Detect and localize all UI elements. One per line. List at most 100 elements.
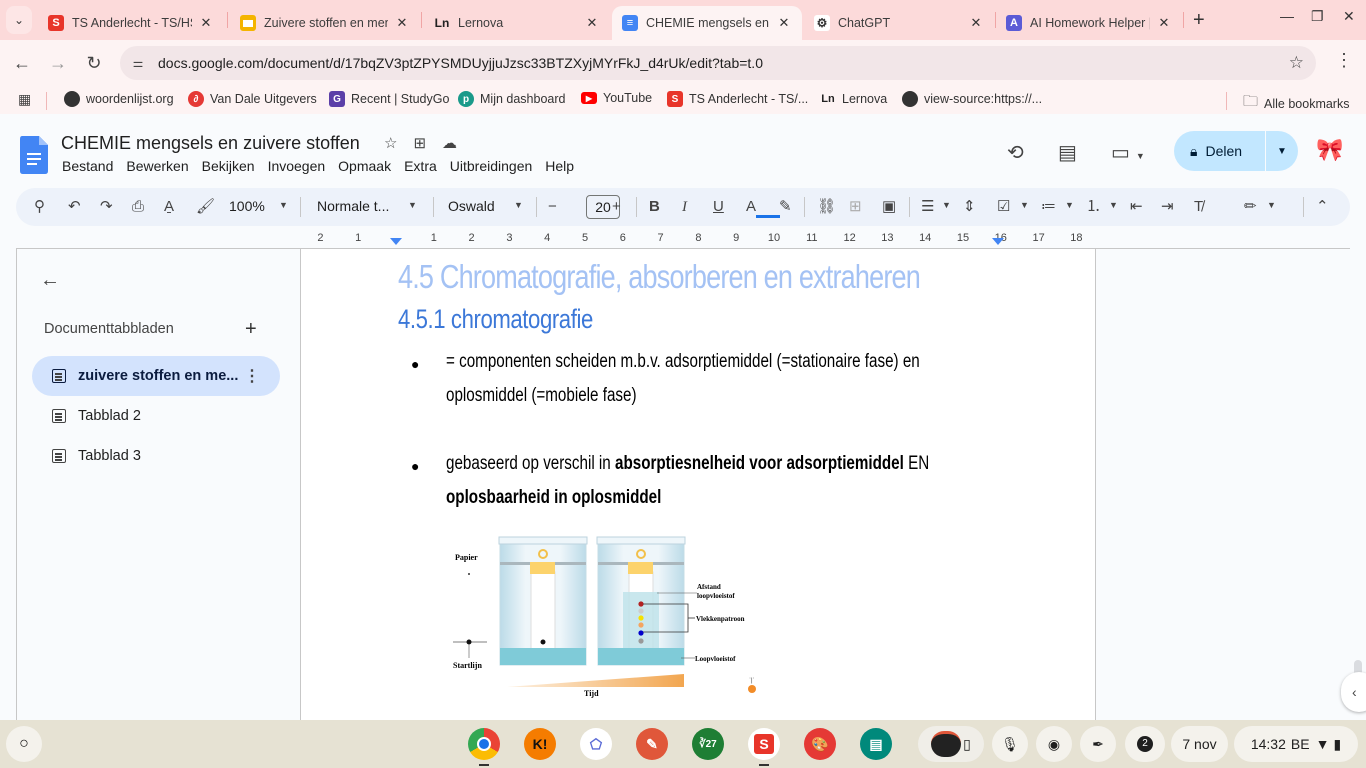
paragraph-style-select[interactable]: Normale t...	[317, 198, 389, 214]
bookmark-item[interactable]: p Mijn dashboard	[458, 91, 565, 107]
italic-icon[interactable]: I	[682, 197, 687, 217]
chevron-down-icon[interactable]: ▼	[1109, 200, 1118, 210]
stylus-tools-button[interactable]: ✒	[1080, 726, 1116, 762]
date-tray[interactable]: 7 nov	[1171, 726, 1228, 762]
share-button[interactable]: 🔒︎ Delen ▼	[1174, 131, 1298, 171]
link-icon[interactable]: ⛓︎	[817, 197, 836, 217]
bookmark-item[interactable]: woordenlijst.org	[64, 91, 174, 107]
close-icon[interactable]: ✕	[968, 15, 984, 31]
close-outline-button[interactable]: ←	[40, 269, 60, 292]
version-history-icon[interactable]: ⟲	[1007, 140, 1024, 165]
share-main[interactable]: 🔒︎ Delen	[1174, 131, 1266, 171]
bookmark-item[interactable]: S TS Anderlecht - TS/...	[667, 91, 808, 107]
browser-menu-button[interactable]: ⋮	[1335, 50, 1353, 71]
menu-extra[interactable]: Extra	[404, 158, 437, 174]
checklist-icon[interactable]: ☑	[997, 197, 1010, 217]
left-indent-marker[interactable]	[390, 238, 402, 245]
print-icon[interactable]: ⎙	[132, 197, 144, 217]
restore-button[interactable]: ❐	[1311, 8, 1324, 25]
address-bar[interactable]: ⚌ docs.google.com/document/d/17bqZV3ptZP…	[120, 46, 1316, 80]
tab-search-button[interactable]: ⌄	[6, 6, 32, 34]
chevron-down-icon[interactable]: ▼	[942, 200, 951, 210]
star-icon[interactable]: ☆	[384, 134, 397, 152]
bookmark-item[interactable]: ▶ YouTube	[581, 91, 652, 105]
chevron-down-icon[interactable]: ▼	[408, 200, 417, 210]
document-title[interactable]: CHEMIE mengsels en zuivere stoffen	[61, 133, 360, 154]
undo-icon[interactable]: ↶	[68, 197, 81, 217]
chevron-down-icon[interactable]: ▼	[1267, 200, 1276, 210]
decrease-font-size-icon[interactable]: −	[548, 197, 557, 217]
chevron-down-icon[interactable]: ▼	[1065, 200, 1074, 210]
share-dropdown[interactable]: ▼	[1266, 146, 1298, 157]
chevron-down-icon[interactable]: ▼	[514, 200, 523, 210]
line-spacing-icon[interactable]: ⇕	[963, 197, 976, 217]
search-menus-icon[interactable]: ⚲	[34, 197, 45, 217]
browser-tab[interactable]: A AI Homework Helper | ✕	[996, 6, 1182, 40]
google-docs-logo-icon[interactable]	[20, 136, 48, 174]
increase-indent-icon[interactable]: ⇥	[1161, 197, 1174, 217]
collapse-menus-icon[interactable]: ⌃	[1316, 197, 1329, 217]
align-left-icon[interactable]: ☰	[921, 197, 934, 217]
browser-tab[interactable]: ⚙ ChatGPT ✕	[804, 6, 994, 40]
bullet-1-line-1[interactable]: = componenten scheiden m.b.v. adsorptiem…	[446, 345, 920, 379]
meet-camera-icon[interactable]: ▭ ▼	[1111, 140, 1145, 165]
bookmark-item[interactable]: ∂ Van Dale Uitgevers	[188, 91, 317, 107]
menu-bekijken[interactable]: Bekijken	[202, 158, 255, 174]
apps-button[interactable]: ▦	[18, 91, 31, 108]
chrome-app[interactable]	[468, 728, 500, 760]
bookmark-item[interactable]: G Recent | StudyGo	[329, 91, 449, 107]
menu-uitbreidingen[interactable]: Uitbreidingen	[450, 158, 533, 174]
close-icon[interactable]: ✕	[584, 15, 600, 31]
clear-formatting-icon[interactable]: T̸	[1194, 197, 1203, 217]
bullet-1-line-2[interactable]: oplosmiddel (=mobiele fase)	[446, 379, 637, 413]
side-panel-toggle[interactable]: ‹	[1341, 672, 1366, 712]
sidebar-tab-item[interactable]: Tabblad 3	[32, 436, 280, 476]
sketch-app[interactable]: ✎	[636, 728, 668, 760]
add-tab-button[interactable]: +	[245, 318, 257, 341]
all-bookmarks-button[interactable]: 🗀 Alle bookmarks	[1243, 91, 1349, 116]
move-folder-icon[interactable]: ⊞	[413, 134, 426, 152]
text-color-icon[interactable]: A	[746, 197, 756, 217]
more-vert-icon[interactable]: ⋮	[244, 366, 260, 386]
increase-font-size-icon[interactable]: +	[612, 197, 621, 217]
heading-1[interactable]: 4.5 Chromatografie, absorberen en extrah…	[398, 258, 921, 296]
paint-format-icon[interactable]: 🖌︎	[196, 197, 215, 217]
new-tab-button[interactable]: +	[1193, 9, 1205, 32]
insert-image-icon[interactable]: ▣	[882, 197, 896, 217]
menu-bewerken[interactable]: Bewerken	[126, 158, 188, 174]
kahoot-app[interactable]: K!	[524, 728, 556, 760]
horizontal-ruler[interactable]: 2 1 1 2 3 4 5 6 7 8 9 10 11 12 13 14 15 16 17 18	[300, 231, 1096, 249]
avatar[interactable]: 🎀	[1316, 136, 1344, 164]
browser-tab[interactable]: Zuivere stoffen en men ✕	[230, 6, 420, 40]
highlight-icon[interactable]: ✎	[779, 197, 792, 217]
chevron-down-icon[interactable]: ▼	[279, 200, 288, 210]
add-comment-icon[interactable]: ⊞	[849, 197, 862, 217]
chromatography-diagram[interactable]: Papier Startlijn Afstand loopvloeistof V…	[447, 534, 777, 704]
url-text[interactable]: docs.google.com/document/d/17bqZV3ptZPYS…	[158, 55, 763, 71]
browser-tab[interactable]: Ln Lernova ✕	[424, 6, 610, 40]
bulleted-list-icon[interactable]: ≔	[1041, 197, 1056, 217]
notifications-button[interactable]: 2	[1125, 726, 1165, 762]
menu-opmaak[interactable]: Opmaak	[338, 158, 391, 174]
holding-space-tray[interactable]: ▯	[918, 726, 984, 762]
slides-app[interactable]: ▤	[860, 728, 892, 760]
editing-mode-icon[interactable]: ✏	[1244, 197, 1257, 217]
bullet-2-line-1[interactable]: gebaseerd op verschil in absorptiesnelhe…	[446, 447, 929, 481]
close-icon[interactable]: ✕	[198, 15, 214, 31]
menu-help[interactable]: Help	[545, 158, 574, 174]
redo-icon[interactable]: ↷	[100, 197, 113, 217]
menu-invoegen[interactable]: Invoegen	[268, 158, 326, 174]
launcher-button[interactable]: ○	[6, 726, 42, 762]
status-area[interactable]: 14:32 BE ▼ ▮	[1234, 726, 1358, 762]
forward-button[interactable]: →	[46, 51, 70, 75]
zoom-select[interactable]: 100%	[229, 198, 265, 214]
bookmark-star-icon[interactable]: ☆	[1289, 53, 1304, 73]
calculator-app[interactable]: ∛27	[692, 728, 724, 760]
right-indent-marker[interactable]	[992, 238, 1004, 245]
bold-icon[interactable]: B	[649, 197, 660, 217]
close-icon[interactable]: ✕	[394, 15, 410, 31]
sidebar-tab-item[interactable]: Tabblad 2	[32, 396, 280, 436]
close-icon[interactable]: ✕	[776, 15, 792, 31]
bookmark-item[interactable]: Ln Lernova	[820, 91, 887, 107]
site-info-icon[interactable]: ⚌	[128, 56, 148, 70]
